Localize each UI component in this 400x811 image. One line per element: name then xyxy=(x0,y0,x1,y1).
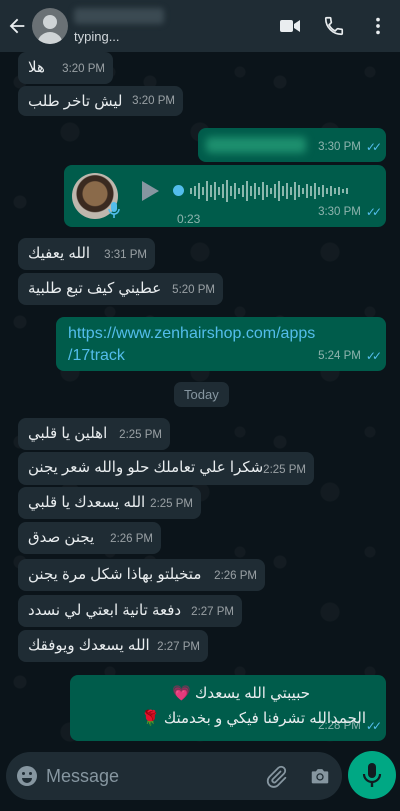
chat-header: typing... xyxy=(0,0,400,52)
more-vert-icon[interactable] xyxy=(356,4,400,48)
message-time: 5:20 PM xyxy=(172,284,215,296)
composer-bar xyxy=(0,742,400,811)
message-text: ليش تاخر طلب xyxy=(28,93,123,110)
link-line-2[interactable]: /17track xyxy=(68,345,315,367)
message-text: عطيني كيف تبع طلبية xyxy=(28,280,162,297)
contact-name-redacted xyxy=(74,8,164,24)
play-icon[interactable] xyxy=(140,180,160,208)
message-line-1: حبيبتي الله يسعدك 💗 xyxy=(172,685,310,702)
message-time: 2:27 PM xyxy=(157,641,200,653)
message-incoming[interactable]: يجنن صدق 2:26 PM xyxy=(18,522,161,554)
message-link[interactable]: https://www.zenhairshop.com/apps /17trac… xyxy=(68,323,315,367)
message-time: 3:20 PM xyxy=(132,95,175,107)
message-time: 3:31 PM xyxy=(104,249,147,261)
message-time: 2:26 PM xyxy=(214,570,257,582)
message-time: 3:30 PM xyxy=(318,141,361,153)
message-text: الله يسعدك ويوفقك xyxy=(28,637,150,654)
message-outgoing[interactable]: حبيبتي الله يسعدك 💗 الحمدالله تشرفنا فيك… xyxy=(70,675,386,741)
message-text: شكرا علي تعاملك حلو والله شعر يجنن xyxy=(28,459,264,476)
read-ticks-icon: ✓✓ xyxy=(365,140,382,154)
emoji-icon[interactable] xyxy=(16,765,38,787)
date-separator: Today xyxy=(174,382,229,407)
mic-button[interactable] xyxy=(348,751,396,799)
back-arrow-icon[interactable] xyxy=(2,0,32,52)
message-incoming[interactable]: الله يسعدك ويوفقك 2:27 PM xyxy=(18,630,208,662)
camera-icon[interactable] xyxy=(309,765,331,792)
contact-info[interactable]: typing... xyxy=(74,8,224,44)
message-text: الله يسعدك يا قلبي xyxy=(28,494,146,511)
message-incoming[interactable]: هلا 3:20 PM xyxy=(18,52,113,84)
message-text: متخيلتو بهاذا شكل مرة يجنن xyxy=(28,566,202,583)
message-outgoing-link[interactable]: https://www.zenhairshop.com/apps /17trac… xyxy=(56,317,386,371)
link-line-1[interactable]: https://www.zenhairshop.com/apps xyxy=(68,323,315,345)
message-time: 2:28 PM xyxy=(318,720,361,732)
mic-small-icon xyxy=(108,201,120,225)
message-incoming[interactable]: الله يسعدك يا قلبي 2:25 PM xyxy=(18,487,201,519)
message-time: 5:24 PM xyxy=(318,350,361,362)
message-incoming[interactable]: شكرا علي تعاملك حلو والله شعر يجنن 2:25 … xyxy=(18,452,314,485)
message-text: هلا xyxy=(28,59,45,76)
message-time: 3:20 PM xyxy=(62,63,105,75)
phone-icon[interactable] xyxy=(312,4,356,48)
video-call-icon[interactable] xyxy=(268,4,312,48)
message-text: يجنن صدق xyxy=(28,529,95,546)
message-input[interactable] xyxy=(46,765,246,787)
message-text: اهلين يا قلبي xyxy=(28,425,108,442)
message-incoming[interactable]: دفعة تانية ابعتي لي نسدد 2:27 PM xyxy=(18,595,242,627)
voice-message[interactable]: 0:23 3:30 PM ✓✓ xyxy=(64,165,386,227)
message-composer[interactable] xyxy=(6,752,342,800)
voice-duration: 0:23 xyxy=(177,212,201,226)
chat-area[interactable]: هلا 3:20 PM ليش تاخر طلب 3:20 PM 3:30 PM… xyxy=(0,52,400,742)
message-time: 2:25 PM xyxy=(119,429,162,441)
playback-dot[interactable] xyxy=(173,185,184,196)
message-time: 2:26 PM xyxy=(110,533,153,545)
read-ticks-icon: ✓✓ xyxy=(365,205,382,219)
message-incoming[interactable]: الله يعفيك 3:31 PM xyxy=(18,238,155,270)
redacted-text-blur xyxy=(206,137,306,153)
message-incoming[interactable]: عطيني كيف تبع طلبية 5:20 PM xyxy=(18,273,223,305)
message-outgoing-redacted[interactable]: 3:30 PM ✓✓ xyxy=(198,128,386,162)
message-incoming[interactable]: متخيلتو بهاذا شكل مرة يجنن 2:26 PM xyxy=(18,559,265,591)
attach-icon[interactable] xyxy=(264,765,288,794)
contact-status: typing... xyxy=(74,29,120,44)
waveform xyxy=(190,180,348,202)
message-text: الله يعفيك xyxy=(28,245,91,262)
avatar[interactable] xyxy=(32,8,68,44)
message-incoming[interactable]: اهلين يا قلبي 2:25 PM xyxy=(18,418,170,450)
mic-icon xyxy=(362,763,382,787)
message-time: 2:27 PM xyxy=(191,606,234,618)
message-time: 2:25 PM xyxy=(263,464,306,476)
message-time: 3:30 PM xyxy=(318,206,361,218)
message-text: دفعة تانية ابعتي لي نسدد xyxy=(28,602,182,619)
read-ticks-icon: ✓✓ xyxy=(365,349,382,363)
read-ticks-icon: ✓✓ xyxy=(365,719,382,733)
message-incoming[interactable]: ليش تاخر طلب 3:20 PM xyxy=(18,86,183,116)
message-time: 2:25 PM xyxy=(150,498,193,510)
